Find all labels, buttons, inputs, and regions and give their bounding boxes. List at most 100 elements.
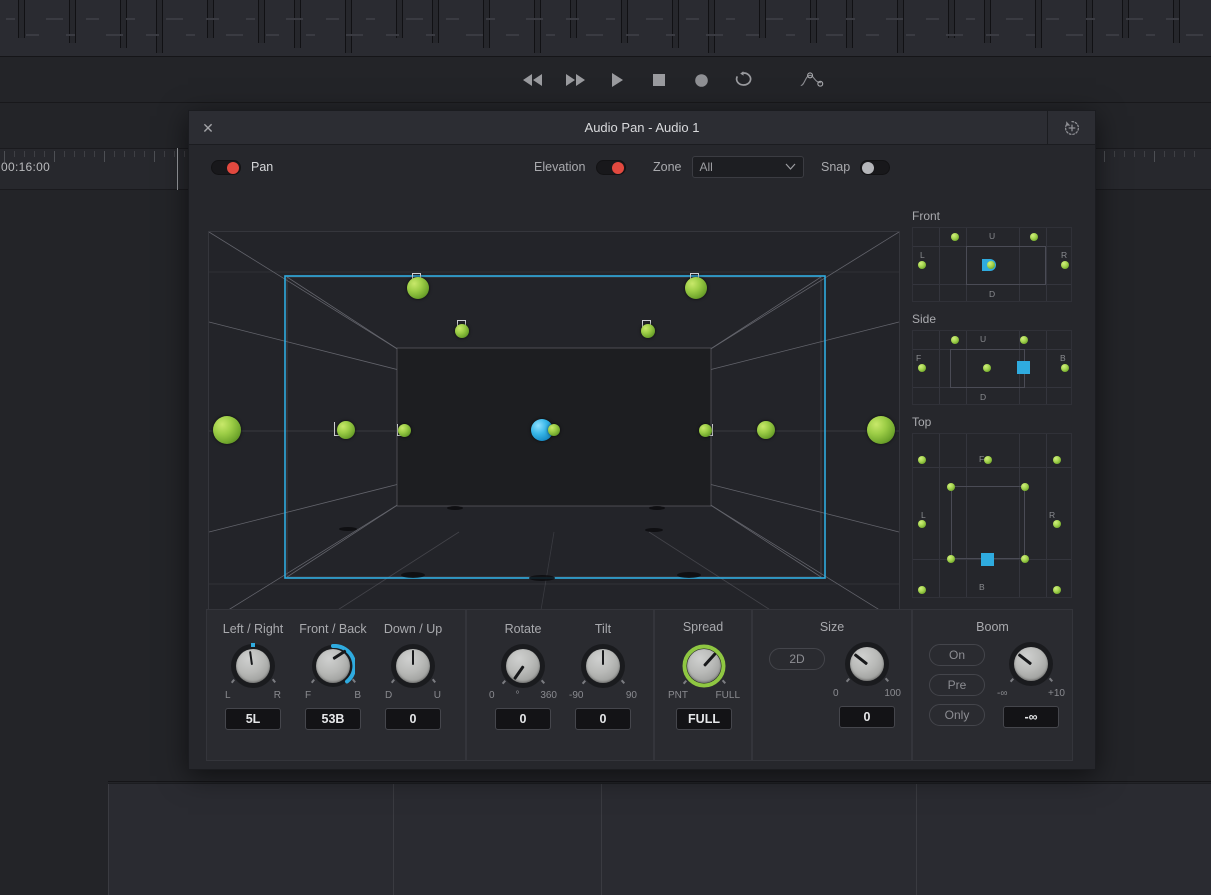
mini-view-front[interactable]: U D L R [912, 227, 1072, 302]
ruler-tick [124, 151, 125, 157]
front-back-knob[interactable] [310, 644, 356, 688]
mini-speaker-dot[interactable] [983, 364, 991, 372]
close-icon[interactable]: ✕ [189, 111, 227, 144]
rotate-knob[interactable] [501, 644, 545, 688]
zone-dropdown[interactable]: All [691, 156, 804, 178]
speaker-sphere-side-right[interactable] [757, 421, 775, 439]
waveform-line [1106, 34, 1119, 36]
mini-label-back: B [979, 582, 985, 592]
mini-speaker-dot[interactable] [951, 336, 959, 344]
spread-value-field[interactable]: FULL [676, 708, 732, 730]
ruler-tick [14, 151, 15, 157]
mini-speaker-dot[interactable] [984, 456, 992, 464]
boom-knob[interactable] [1009, 642, 1053, 686]
stop-button[interactable] [646, 67, 672, 93]
boom-value-field[interactable]: -∞ [1003, 706, 1059, 728]
mini-speaker-dot[interactable] [918, 364, 926, 372]
mini-speaker-dot[interactable] [947, 483, 955, 491]
speaker-sphere-wide-right[interactable] [867, 416, 895, 444]
timeline-lower-panel[interactable] [108, 783, 1211, 895]
pan-3d-stage[interactable] [208, 231, 900, 623]
speaker-sphere-wide-left[interactable] [213, 416, 241, 444]
loop-button[interactable] [730, 67, 756, 93]
mini-view-side[interactable]: U D F B [912, 330, 1072, 405]
transport-toolbar [0, 57, 1211, 103]
waveform-line [426, 34, 435, 36]
mini-speaker-dot[interactable] [987, 261, 995, 269]
waveform-line [766, 18, 783, 20]
tilt-knob[interactable] [581, 644, 625, 688]
size-value-field[interactable]: 0 [839, 706, 895, 728]
mini-speaker-dot[interactable] [918, 520, 926, 528]
mini-label-up: U [989, 231, 996, 241]
mini-speaker-dot[interactable] [1061, 261, 1069, 269]
chevron-down-icon [785, 162, 796, 172]
boom-only-button[interactable]: Only [929, 704, 985, 726]
audio-clip-waveform-strip[interactable] [0, 0, 1211, 57]
play-button[interactable] [604, 67, 630, 93]
mini-room-outline [966, 246, 1046, 285]
waveform-line [1066, 34, 1083, 36]
mini-speaker-dot[interactable] [1053, 520, 1061, 528]
waveform-line [566, 18, 579, 20]
dialog-titlebar[interactable]: ✕ Audio Pan - Audio 1 [189, 111, 1095, 145]
boom-on-button[interactable]: On [929, 644, 985, 666]
left-right-value-field[interactable]: 5L [225, 708, 281, 730]
speaker-sphere-side-left[interactable] [337, 421, 355, 439]
mini-speaker-dot[interactable] [1061, 364, 1069, 372]
size-knob[interactable] [845, 642, 889, 686]
size-min: 0 [833, 688, 839, 699]
waveform-line [946, 34, 963, 36]
left-right-knob[interactable] [230, 643, 276, 688]
elevation-toggle[interactable] [596, 159, 627, 175]
waveform-line [326, 18, 339, 20]
size-2d-button[interactable]: 2D [769, 648, 825, 670]
mini-speaker-dot[interactable] [951, 233, 959, 241]
speaker-sphere-top-right[interactable] [641, 324, 655, 338]
mini-speaker-dot[interactable] [1021, 483, 1029, 491]
ruler-tick [1164, 151, 1165, 157]
mini-view-top[interactable]: F B L R [912, 433, 1072, 598]
reset-history-icon[interactable] [1047, 111, 1095, 144]
mini-speaker-dot[interactable] [947, 555, 955, 563]
mini-speaker-dot[interactable] [1030, 233, 1038, 241]
mini-pan-marker-side[interactable] [1017, 361, 1030, 374]
speaker-shadow [529, 575, 555, 581]
waveform-line [286, 18, 303, 20]
boom-max: +10 [1048, 688, 1065, 699]
snap-toggle[interactable] [860, 159, 891, 175]
down-up-knob[interactable] [390, 644, 436, 688]
waveform-tick [1086, 0, 1093, 53]
boom-pre-button[interactable]: Pre [929, 674, 985, 696]
speaker-sphere-front-left[interactable] [398, 424, 411, 437]
spread-control: PNT FULL FULL [668, 644, 740, 730]
speaker-sphere-front-right-height[interactable] [685, 277, 707, 299]
fast-forward-button[interactable] [562, 67, 588, 93]
mini-speaker-dot[interactable] [1053, 586, 1061, 594]
speaker-sphere-center[interactable] [548, 424, 560, 436]
speaker-sphere-front-right[interactable] [699, 424, 712, 437]
keyframe-button[interactable] [798, 67, 824, 93]
down-up-value-field[interactable]: 0 [385, 708, 441, 730]
speaker-sphere-top-left[interactable] [455, 324, 469, 338]
mini-speaker-dot[interactable] [1021, 555, 1029, 563]
record-button[interactable] [688, 67, 714, 93]
waveform-tick [345, 0, 352, 53]
rewind-button[interactable] [520, 67, 546, 93]
waveform-line [406, 18, 423, 20]
mini-speaker-dot[interactable] [1053, 456, 1061, 464]
pan-toggle[interactable] [211, 159, 241, 175]
playhead[interactable] [177, 148, 178, 190]
ruler-tick [54, 151, 55, 162]
waveform-line [546, 34, 555, 36]
spread-knob[interactable] [682, 644, 726, 688]
mini-speaker-dot[interactable] [918, 456, 926, 464]
mini-speaker-dot[interactable] [918, 261, 926, 269]
mini-speaker-dot[interactable] [1020, 336, 1028, 344]
rotate-value-field[interactable]: 0 [495, 708, 551, 730]
tilt-value-field[interactable]: 0 [575, 708, 631, 730]
front-back-value-field[interactable]: 53B [305, 708, 361, 730]
mini-speaker-dot[interactable] [918, 586, 926, 594]
mini-pan-marker-top[interactable] [981, 553, 994, 566]
speaker-sphere-front-left-height[interactable] [407, 277, 429, 299]
